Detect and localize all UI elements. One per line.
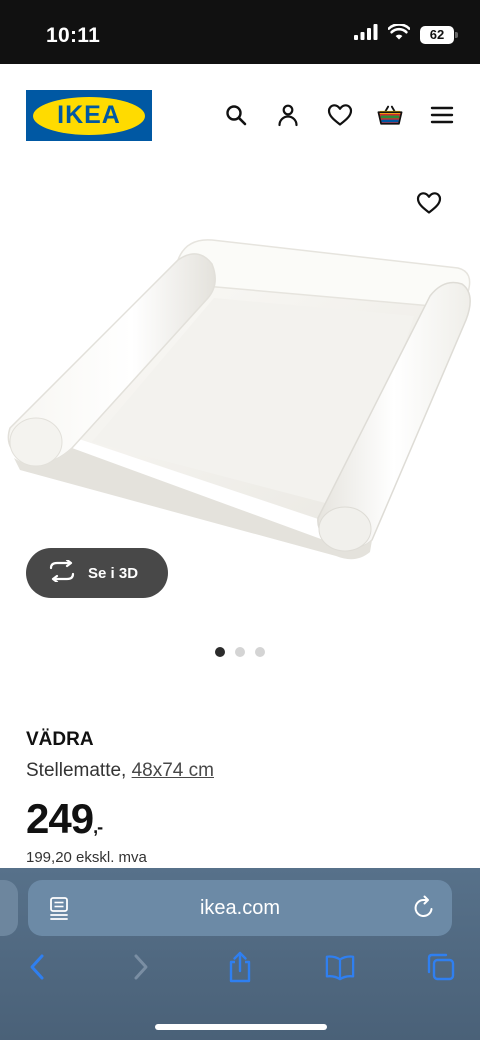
url-text[interactable]: ikea.com xyxy=(200,897,280,920)
product-name: VÄDRA xyxy=(26,729,94,750)
carousel-dot[interactable] xyxy=(215,647,225,657)
product-size-link[interactable]: 48x74 cm xyxy=(132,760,214,781)
bookmarks-icon[interactable] xyxy=(325,952,355,982)
address-bar[interactable]: ikea.com xyxy=(28,880,452,936)
reload-icon[interactable] xyxy=(412,895,436,927)
previous-tab-preview[interactable] xyxy=(0,880,18,936)
product-type: Stellematte, xyxy=(26,760,127,781)
menu-icon[interactable] xyxy=(429,102,455,128)
status-bar: 10:11 62 xyxy=(0,0,480,64)
share-icon[interactable] xyxy=(225,951,255,983)
site-header: IKEA xyxy=(0,64,480,164)
product-image[interactable] xyxy=(0,180,480,580)
forward-icon[interactable] xyxy=(126,952,156,982)
view-in-3d-button[interactable]: Se i 3D xyxy=(26,548,168,598)
status-time: 10:11 xyxy=(46,24,101,47)
product-description: Stellematte, 48x74 cm xyxy=(26,760,214,782)
image-carousel-indicator xyxy=(0,647,480,657)
price-value: 249 xyxy=(26,795,94,842)
carousel-dot[interactable] xyxy=(235,647,245,657)
price-suffix: ,- xyxy=(93,817,103,837)
logo-text: IKEA xyxy=(33,96,145,135)
ikea-logo[interactable]: IKEA xyxy=(26,90,152,141)
rotate-3d-icon xyxy=(48,558,76,586)
heart-icon xyxy=(416,192,442,214)
reader-mode-icon[interactable] xyxy=(48,896,70,926)
back-icon[interactable] xyxy=(22,952,52,982)
heart-icon[interactable] xyxy=(327,102,353,128)
product-price: 249,- xyxy=(26,795,103,843)
add-to-favourites-button[interactable] xyxy=(414,188,444,218)
tabs-icon[interactable] xyxy=(426,952,456,982)
browser-toolbar: ikea.com xyxy=(0,868,480,1040)
home-indicator xyxy=(155,1024,327,1030)
status-icons: 62 xyxy=(354,23,458,45)
price-ex-vat: 199,20 ekskl. mva xyxy=(26,849,147,866)
carousel-dot[interactable] xyxy=(255,647,265,657)
cellular-signal-icon xyxy=(354,24,378,45)
search-icon[interactable] xyxy=(223,102,249,128)
wifi-icon xyxy=(387,23,411,45)
account-icon[interactable] xyxy=(275,102,301,128)
basket-icon[interactable] xyxy=(377,102,403,128)
battery-indicator: 62 xyxy=(420,25,458,44)
view-in-3d-label: Se i 3D xyxy=(88,564,139,582)
